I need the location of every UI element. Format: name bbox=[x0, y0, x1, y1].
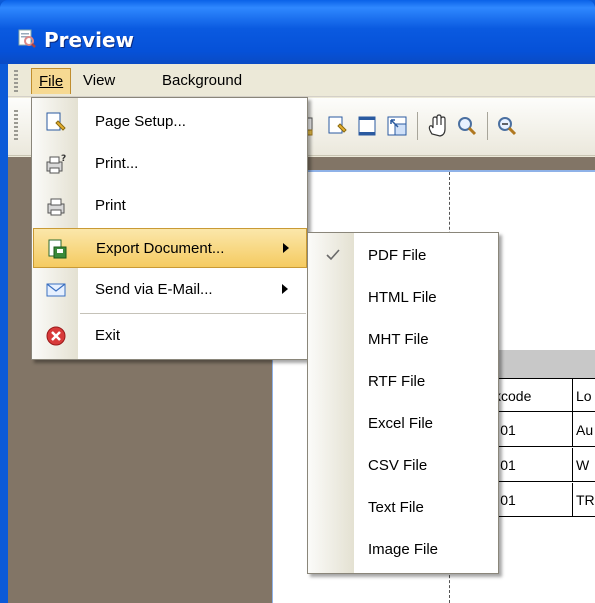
preview-app-icon bbox=[18, 29, 36, 48]
toolbar-page-setup-icon[interactable] bbox=[325, 112, 349, 140]
menu-item-print[interactable]: Print bbox=[33, 186, 307, 226]
printer-icon bbox=[47, 198, 65, 216]
menu-view[interactable]: View bbox=[76, 68, 122, 94]
exit-icon bbox=[46, 326, 66, 346]
submenu-item-label: Image File bbox=[368, 541, 439, 558]
menubar-grip[interactable] bbox=[14, 70, 18, 92]
submenu-item-pdf-file[interactable]: PDF File bbox=[308, 235, 498, 277]
menu-item-label: Print bbox=[95, 197, 126, 214]
title-bar[interactable]: Preview bbox=[0, 0, 595, 64]
toolbar-scale-icon[interactable] bbox=[385, 112, 409, 140]
submenu-item-label: Excel File bbox=[368, 415, 434, 432]
magnifier-icon[interactable] bbox=[455, 112, 479, 140]
toolbar-separator bbox=[487, 112, 488, 140]
submenu-item-label: CSV File bbox=[368, 457, 428, 474]
window-title: Preview bbox=[44, 28, 135, 52]
page-setup-icon bbox=[46, 112, 66, 131]
export-submenu: PDF File HTML File MHT File RTF File Exc… bbox=[307, 232, 499, 574]
menu-file[interactable]: File bbox=[31, 68, 72, 94]
grid-cell: TR bbox=[572, 483, 595, 517]
toolbar-grip[interactable] bbox=[14, 110, 18, 140]
zoom-out-icon[interactable] bbox=[495, 112, 519, 140]
menu-item-label: Print... bbox=[95, 155, 139, 172]
submenu-item-rtf-file[interactable]: RTF File bbox=[308, 361, 498, 403]
menu-background-label: Background bbox=[162, 72, 243, 89]
menu-item-label: Export Document... bbox=[96, 240, 225, 257]
svg-text:?: ? bbox=[61, 154, 66, 164]
table-row: EI01 TR bbox=[484, 483, 595, 517]
submenu-item-text-file[interactable]: Text File bbox=[308, 487, 498, 529]
submenu-item-label: PDF File bbox=[368, 247, 427, 264]
menu-background[interactable]: Background bbox=[155, 68, 249, 94]
submenu-item-label: MHT File bbox=[368, 331, 429, 348]
menu-separator bbox=[80, 313, 306, 314]
menu-view-label: View bbox=[83, 72, 116, 89]
menu-file-label: File bbox=[39, 73, 64, 90]
toolbar-separator bbox=[417, 112, 418, 140]
print-dialog-icon: ? bbox=[46, 154, 66, 174]
submenu-item-mht-file[interactable]: MHT File bbox=[308, 319, 498, 361]
menu-item-print-dialog[interactable]: ? Print... bbox=[33, 144, 307, 184]
menu-item-page-setup[interactable]: Page Setup... bbox=[33, 102, 307, 142]
submenu-arrow-icon bbox=[283, 243, 289, 253]
menu-item-label: Exit bbox=[95, 327, 121, 344]
hand-tool-icon[interactable] bbox=[425, 112, 449, 140]
submenu-item-csv-file[interactable]: CSV File bbox=[308, 445, 498, 487]
table-row: EI01 Au bbox=[484, 413, 595, 447]
submenu-arrow-icon bbox=[282, 284, 288, 294]
document-grid-header-band bbox=[484, 350, 595, 378]
menu-item-send-email[interactable]: Send via E-Mail... bbox=[33, 270, 307, 310]
grid-cell: Au bbox=[572, 413, 595, 447]
submenu-item-html-file[interactable]: HTML File bbox=[308, 277, 498, 319]
toolbar-header-footer-icon[interactable] bbox=[355, 112, 379, 140]
submenu-item-label: Text File bbox=[368, 499, 424, 516]
submenu-item-excel-file[interactable]: Excel File bbox=[308, 403, 498, 445]
submenu-item-label: RTF File bbox=[368, 373, 426, 390]
menu-item-exit[interactable]: Exit bbox=[33, 316, 307, 356]
grid-cell: W bbox=[572, 448, 595, 482]
export-document-icon bbox=[48, 239, 67, 259]
check-icon bbox=[326, 249, 340, 261]
grid-header-cell: Lo bbox=[572, 379, 595, 413]
menu-item-label: Send via E-Mail... bbox=[95, 281, 213, 298]
submenu-item-label: HTML File bbox=[368, 289, 437, 306]
menu-item-export-document[interactable]: Export Document... bbox=[33, 228, 307, 268]
document-grid-header-row: ckcode Lo bbox=[484, 378, 595, 413]
submenu-item-image-file[interactable]: Image File bbox=[308, 529, 498, 571]
email-icon bbox=[46, 283, 66, 297]
file-menu: Page Setup... ? Print... Print Export Do… bbox=[31, 97, 308, 360]
menu-item-label: Page Setup... bbox=[95, 113, 186, 130]
table-row: EI01 W bbox=[484, 448, 595, 482]
